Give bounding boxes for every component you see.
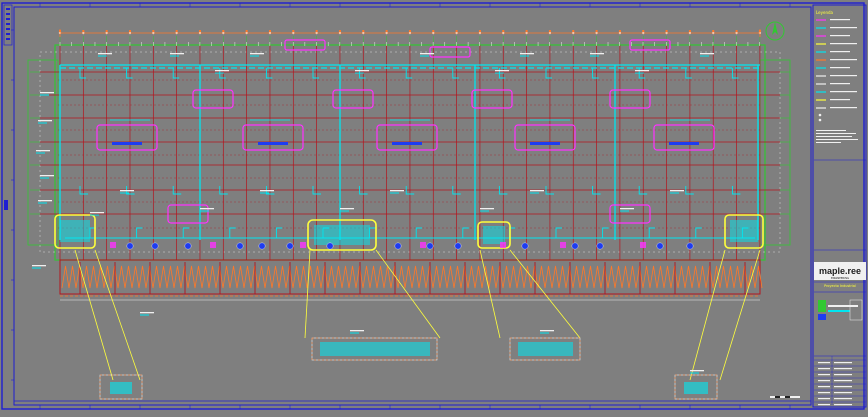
pump-icon xyxy=(258,242,266,250)
pump-icon xyxy=(454,242,462,250)
pump-icon xyxy=(326,242,334,250)
pump-icon xyxy=(151,242,159,250)
pump-icon xyxy=(394,242,402,250)
pump-icon xyxy=(521,242,529,250)
logo-name: maple.ree xyxy=(819,266,861,276)
project-caption: Proyecto Industrial xyxy=(824,284,856,288)
valve-icon xyxy=(818,113,822,117)
pump-icon xyxy=(126,242,134,250)
pump-icon xyxy=(571,242,579,250)
cad-drawing: Leyenda maple.ree ENGINEERING Proyecto I… xyxy=(0,0,868,413)
pump-icon xyxy=(286,242,294,250)
legend-title: Leyenda xyxy=(816,10,834,15)
scale-bar xyxy=(770,396,800,398)
pump-icon xyxy=(236,242,244,250)
pump-icon xyxy=(184,242,192,250)
pump-icon xyxy=(686,242,694,250)
valve-icon xyxy=(818,118,822,122)
pump-icon xyxy=(426,242,434,250)
cad-drawing-canvas[interactable]: Leyenda maple.ree ENGINEERING Proyecto I… xyxy=(0,0,868,413)
pump-icon xyxy=(596,242,604,250)
logo-subtitle: ENGINEERING xyxy=(831,276,849,280)
pump-icon xyxy=(656,242,664,250)
